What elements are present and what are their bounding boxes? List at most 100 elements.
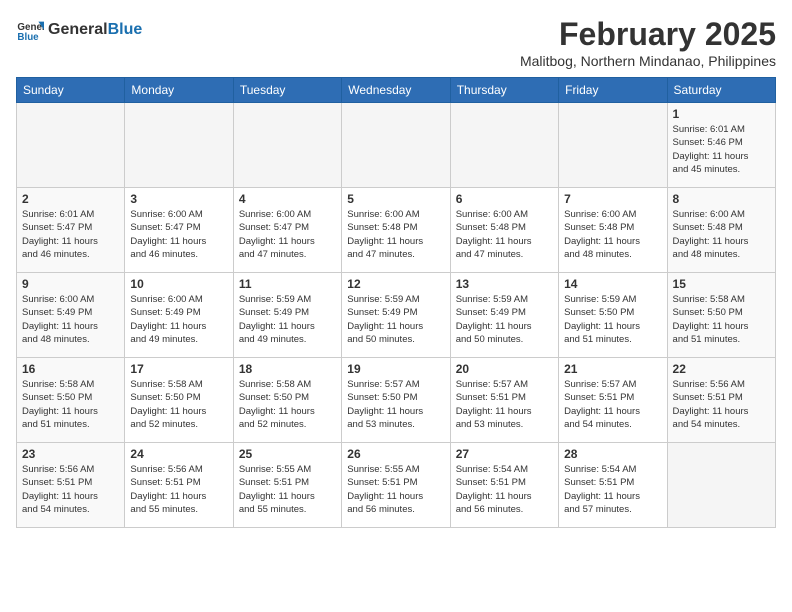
calendar-day-cell: 9Sunrise: 6:00 AM Sunset: 5:49 PM Daylig…	[17, 273, 125, 358]
logo: General Blue GeneralBlue	[16, 16, 142, 44]
day-info: Sunrise: 6:00 AM Sunset: 5:49 PM Dayligh…	[130, 293, 227, 346]
calendar-day-cell: 6Sunrise: 6:00 AM Sunset: 5:48 PM Daylig…	[450, 188, 558, 273]
calendar-week-row: 9 Sunrise: 6:00 AM Sunset: 5:49 PM Daylig…	[17, 273, 776, 358]
day-number: 25	[239, 447, 336, 461]
calendar-day-cell: 17 Sunrise: 5:58 AM Sunset: 5:50 PM Dayli…	[125, 358, 233, 443]
day-of-week-header: Tuesday	[233, 78, 341, 103]
page-header: General Blue GeneralBlue February 2025 M…	[16, 16, 776, 69]
calendar-week-row: 16 Sunrise: 5:58 AM Sunset: 5:50 PM Dayli…	[17, 358, 776, 443]
calendar-day-cell: 11 Sunrise: 5:59 AM Sunset: 5:49 PM Dayli…	[233, 273, 341, 358]
calendar-day-cell	[125, 103, 233, 188]
day-number: 11	[239, 277, 336, 291]
calendar-week-row: 2 Sunrise: 6:01 AM Sunset: 5:47 PM Daylig…	[17, 188, 776, 273]
calendar-day-cell: 19 Sunrise: 5:57 AM Sunset: 5:50 PM Dayli…	[342, 358, 450, 443]
day-number: 20	[456, 362, 553, 376]
calendar-week-row: 23 Sunrise: 5:56 AM Sunset: 5:51 PM Dayli…	[17, 443, 776, 528]
day-number: 16	[22, 362, 119, 376]
calendar-day-cell: 22 Sunrise: 5:56 AM Sunset: 5:51 PM Dayli…	[667, 358, 775, 443]
calendar-day-cell: 7Sunrise: 6:00 AM Sunset: 5:48 PM Daylig…	[559, 188, 667, 273]
day-info: Sunrise: 5:55 AM Sunset: 5:51 PM Dayligh…	[347, 463, 444, 516]
calendar-day-cell: 18 Sunrise: 5:58 AM Sunset: 5:50 PM Dayli…	[233, 358, 341, 443]
day-info: Sunrise: 6:00 AM Sunset: 5:48 PM Dayligh…	[347, 208, 444, 261]
day-info: Sunrise: 5:58 AM Sunset: 5:50 PM Dayligh…	[239, 378, 336, 431]
calendar-day-cell: 26 Sunrise: 5:55 AM Sunset: 5:51 PM Dayli…	[342, 443, 450, 528]
day-number: 9	[22, 277, 119, 291]
calendar-day-cell: 21 Sunrise: 5:57 AM Sunset: 5:51 PM Dayli…	[559, 358, 667, 443]
calendar-day-cell: 5 Sunrise: 6:00 AM Sunset: 5:48 PM Daylig…	[342, 188, 450, 273]
calendar-day-cell: 13 Sunrise: 5:59 AM Sunset: 5:49 PM Dayli…	[450, 273, 558, 358]
day-number: 12	[347, 277, 444, 291]
calendar-day-cell	[342, 103, 450, 188]
day-number: 17	[130, 362, 227, 376]
calendar-day-cell: 10 Sunrise: 6:00 AM Sunset: 5:49 PM Dayli…	[125, 273, 233, 358]
day-info: Sunrise: 5:59 AM Sunset: 5:49 PM Dayligh…	[239, 293, 336, 346]
day-number: 14	[564, 277, 661, 291]
day-info: Sunrise: 5:56 AM Sunset: 5:51 PM Dayligh…	[130, 463, 227, 516]
day-info: Sunrise: 6:00 AM Sunset: 5:47 PM Dayligh…	[130, 208, 227, 261]
day-info: Sunrise: 5:57 AM Sunset: 5:51 PM Dayligh…	[564, 378, 661, 431]
day-of-week-header: Sunday	[17, 78, 125, 103]
day-number: 4	[239, 192, 336, 206]
day-info: Sunrise: 5:57 AM Sunset: 5:50 PM Dayligh…	[347, 378, 444, 431]
day-info: Sunrise: 5:59 AM Sunset: 5:49 PM Dayligh…	[456, 293, 553, 346]
day-number: 23	[22, 447, 119, 461]
calendar-day-cell: 28 Sunrise: 5:54 AM Sunset: 5:51 PM Dayli…	[559, 443, 667, 528]
calendar-day-cell: 3 Sunrise: 6:00 AM Sunset: 5:47 PM Daylig…	[125, 188, 233, 273]
day-of-week-header: Friday	[559, 78, 667, 103]
day-number: 22	[673, 362, 770, 376]
day-info: Sunrise: 5:56 AM Sunset: 5:51 PM Dayligh…	[673, 378, 770, 431]
day-info: Sunrise: 6:01 AM Sunset: 5:46 PM Dayligh…	[673, 123, 770, 176]
title-block: February 2025 Malitbog, Northern Mindana…	[520, 16, 776, 69]
calendar-day-cell	[559, 103, 667, 188]
day-number: 1	[673, 107, 770, 121]
day-info: Sunrise: 6:00 AM Sunset: 5:48 PM Dayligh…	[673, 208, 770, 261]
day-number: 28	[564, 447, 661, 461]
day-of-week-header: Thursday	[450, 78, 558, 103]
day-info: Sunrise: 5:57 AM Sunset: 5:51 PM Dayligh…	[456, 378, 553, 431]
day-number: 10	[130, 277, 227, 291]
day-info: Sunrise: 5:55 AM Sunset: 5:51 PM Dayligh…	[239, 463, 336, 516]
svg-text:Blue: Blue	[17, 32, 39, 43]
day-number: 3	[130, 192, 227, 206]
calendar-day-cell: 1 Sunrise: 6:01 AM Sunset: 5:46 PM Daylig…	[667, 103, 775, 188]
day-number: 19	[347, 362, 444, 376]
day-of-week-header: Monday	[125, 78, 233, 103]
day-of-week-header: Saturday	[667, 78, 775, 103]
calendar-day-cell	[233, 103, 341, 188]
calendar-day-cell	[17, 103, 125, 188]
calendar-day-cell: 25 Sunrise: 5:55 AM Sunset: 5:51 PM Dayli…	[233, 443, 341, 528]
calendar-day-cell: 12Sunrise: 5:59 AM Sunset: 5:49 PM Dayli…	[342, 273, 450, 358]
day-number: 8	[673, 192, 770, 206]
day-of-week-header: Wednesday	[342, 78, 450, 103]
calendar-day-cell: 14 Sunrise: 5:59 AM Sunset: 5:50 PM Dayli…	[559, 273, 667, 358]
calendar-day-cell	[667, 443, 775, 528]
day-number: 27	[456, 447, 553, 461]
day-number: 18	[239, 362, 336, 376]
day-info: Sunrise: 5:56 AM Sunset: 5:51 PM Dayligh…	[22, 463, 119, 516]
day-number: 26	[347, 447, 444, 461]
day-number: 5	[347, 192, 444, 206]
calendar-week-row: 1 Sunrise: 6:01 AM Sunset: 5:46 PM Daylig…	[17, 103, 776, 188]
day-info: Sunrise: 6:01 AM Sunset: 5:47 PM Dayligh…	[22, 208, 119, 261]
day-info: Sunrise: 6:00 AM Sunset: 5:48 PM Dayligh…	[456, 208, 553, 261]
day-number: 2	[22, 192, 119, 206]
logo-blue: Blue	[108, 21, 143, 39]
calendar-day-cell	[450, 103, 558, 188]
day-info: Sunrise: 5:59 AM Sunset: 5:50 PM Dayligh…	[564, 293, 661, 346]
day-info: Sunrise: 5:54 AM Sunset: 5:51 PM Dayligh…	[564, 463, 661, 516]
calendar-day-cell: 2 Sunrise: 6:01 AM Sunset: 5:47 PM Daylig…	[17, 188, 125, 273]
calendar-day-cell: 15Sunrise: 5:58 AM Sunset: 5:50 PM Dayli…	[667, 273, 775, 358]
calendar-table: SundayMondayTuesdayWednesdayThursdayFrid…	[16, 77, 776, 528]
day-info: Sunrise: 5:58 AM Sunset: 5:50 PM Dayligh…	[130, 378, 227, 431]
calendar-header-row: SundayMondayTuesdayWednesdayThursdayFrid…	[17, 78, 776, 103]
day-info: Sunrise: 6:00 AM Sunset: 5:48 PM Dayligh…	[564, 208, 661, 261]
day-number: 21	[564, 362, 661, 376]
calendar-day-cell: 8 Sunrise: 6:00 AM Sunset: 5:48 PM Daylig…	[667, 188, 775, 273]
day-number: 13	[456, 277, 553, 291]
month-year-title: February 2025	[520, 16, 776, 53]
day-info: Sunrise: 5:58 AM Sunset: 5:50 PM Dayligh…	[22, 378, 119, 431]
calendar-day-cell: 27Sunrise: 5:54 AM Sunset: 5:51 PM Dayli…	[450, 443, 558, 528]
calendar-day-cell: 23 Sunrise: 5:56 AM Sunset: 5:51 PM Dayli…	[17, 443, 125, 528]
day-number: 15	[673, 277, 770, 291]
logo-general: General	[48, 21, 108, 39]
